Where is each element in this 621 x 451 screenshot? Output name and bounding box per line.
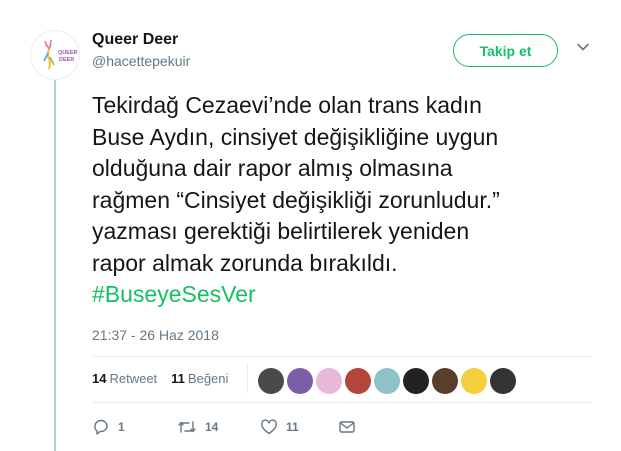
like-count: 11 [286, 420, 299, 434]
liker-avatar[interactable] [287, 368, 313, 394]
follow-button[interactable]: Takip et [453, 34, 558, 67]
author-handle[interactable]: @hacettepekuir [92, 53, 190, 69]
stats-separator [247, 363, 248, 393]
liker-avatar[interactable] [461, 368, 487, 394]
retweet-stat-label: Retweet [109, 371, 158, 386]
deer-logo-icon: QUEER DEER [31, 31, 79, 79]
liker-avatar[interactable] [345, 368, 371, 394]
tweet-stats: 14 Retweet 11 Beğeni [92, 371, 228, 386]
liker-avatar[interactable] [316, 368, 342, 394]
liker-avatar[interactable] [374, 368, 400, 394]
retweet-stat[interactable]: 14 Retweet [92, 371, 157, 386]
chevron-down-icon[interactable] [576, 40, 590, 54]
liker-avatar[interactable] [403, 368, 429, 394]
tweet-line: yazması gerektiği belirtilerek yeniden [92, 218, 470, 244]
reply-icon [94, 419, 108, 435]
likers-avatars [258, 368, 516, 394]
tweet-line: Tekirdağ Cezaevi’nde olan trans kadın [92, 92, 482, 118]
heart-icon [261, 419, 277, 435]
tweet-text: Tekirdağ Cezaevi’nde olan trans kadın Bu… [92, 90, 602, 311]
like-button[interactable]: 11 [260, 418, 338, 436]
svg-text:QUEER: QUEER [58, 50, 78, 56]
retweet-count: 14 [205, 420, 219, 434]
divider [92, 356, 592, 357]
liker-avatar[interactable] [432, 368, 458, 394]
author-name[interactable]: Queer Deer [92, 31, 178, 49]
tweet-line: olduğuna dair rapor almış olmasına [92, 155, 453, 181]
hashtag-link[interactable]: #BuseyeSesVer [92, 279, 602, 311]
retweet-button[interactable]: 14 [177, 418, 260, 436]
tweet-line: rağmen “Cinsiyet değişikliği zorunludur.… [92, 186, 500, 213]
like-stat-label: Beğeni [187, 371, 229, 386]
liker-avatar[interactable] [258, 368, 284, 394]
tweet-timestamp[interactable]: 21:37 - 26 Haz 2018 [92, 327, 219, 343]
direct-message-button[interactable] [338, 418, 356, 436]
svg-text:DEER: DEER [59, 57, 74, 63]
like-stat[interactable]: 11 Beğeni [171, 371, 228, 386]
tweet-line: rapor almak zorunda bırakıldı. [92, 249, 398, 276]
divider [92, 402, 592, 403]
reply-button[interactable]: 1 [92, 418, 177, 436]
like-stat-count: 11 [171, 371, 185, 386]
tweet-line: Buse Aydın, cinsiyet değişikliğine uygun [92, 123, 499, 150]
envelope-icon [339, 421, 355, 433]
retweet-stat-count: 14 [92, 371, 107, 386]
tweet-actions: 1 14 11 [92, 418, 356, 436]
thread-line [54, 76, 56, 451]
retweet-icon [178, 421, 196, 433]
reply-count: 1 [118, 420, 125, 434]
liker-avatar[interactable] [490, 368, 516, 394]
avatar[interactable]: QUEER DEER [30, 30, 80, 80]
